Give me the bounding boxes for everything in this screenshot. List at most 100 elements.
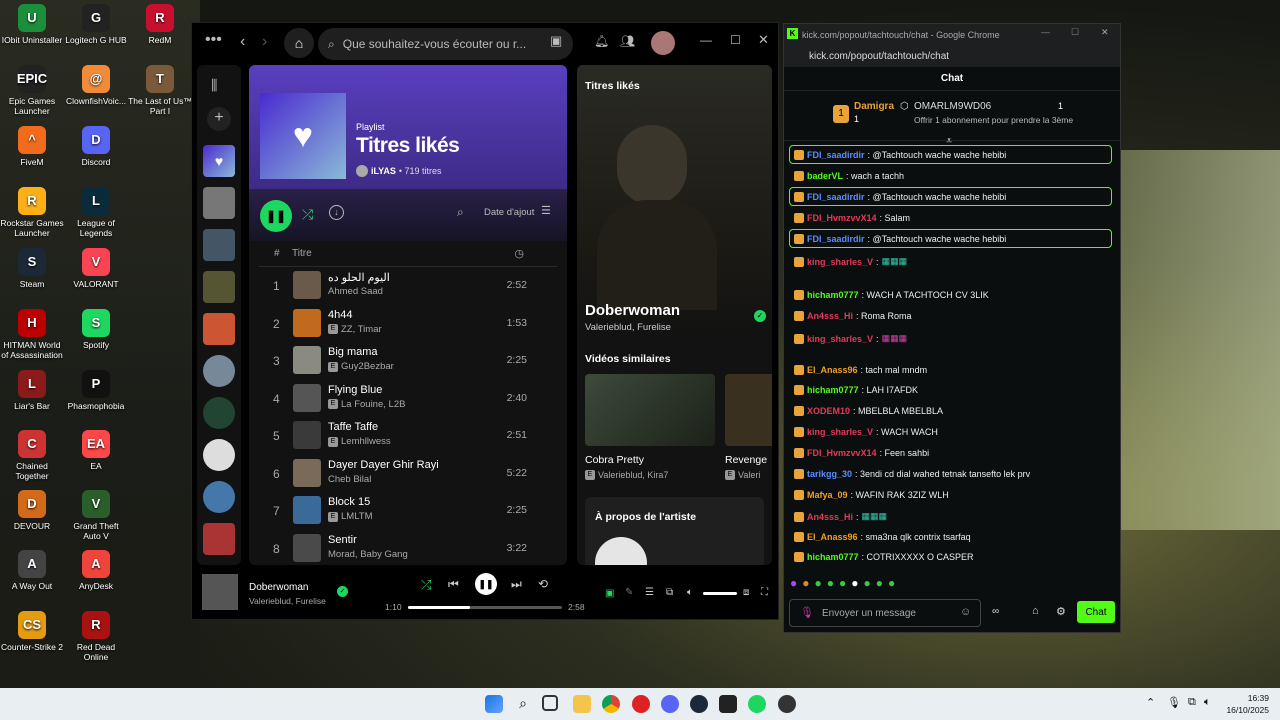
desktop-icon[interactable]: G Logitech G HUB xyxy=(64,4,128,45)
track-row[interactable]: 3 Big mama E Guy2Bezbar 2:25 xyxy=(249,342,567,380)
track-artist[interactable]: LMLTM xyxy=(341,511,373,522)
chat-username[interactable]: hicham0777 xyxy=(807,385,859,395)
chat-username[interactable]: El_Anass96 xyxy=(807,365,858,375)
emote-icon[interactable]: ● xyxy=(851,576,858,590)
app-icon[interactable] xyxy=(719,695,737,713)
track-artist[interactable]: Lemhllwess xyxy=(341,436,391,447)
address-bar[interactable]: kick.com/popout/tachtouch/chat xyxy=(784,45,1120,67)
points-icon[interactable]: ∞ xyxy=(992,606,999,617)
player-artists[interactable]: Valerieblud, Furelise xyxy=(249,596,326,606)
volume-icon[interactable]: 🔈︎ xyxy=(1204,696,1211,709)
lyrics-icon[interactable]: ✎ xyxy=(625,587,633,598)
maximize-icon[interactable]: ☐ xyxy=(1071,27,1079,38)
desktop-icon[interactable]: C Chained Together xyxy=(0,430,64,481)
track-title[interactable]: اليوم الحلو ده xyxy=(328,271,390,284)
video-artist[interactable]: Valerieblud, Kira7 xyxy=(598,470,668,480)
owner-name[interactable]: iLYAS xyxy=(371,166,396,176)
volume-slider[interactable] xyxy=(703,592,737,595)
desktop-icon[interactable]: A A Way Out xyxy=(0,550,64,591)
app-icon[interactable] xyxy=(632,695,650,713)
start-icon[interactable] xyxy=(485,695,503,713)
list-view-icon[interactable]: ☰ xyxy=(541,204,551,217)
player-title[interactable]: Doberwoman xyxy=(249,582,308,593)
track-artist[interactable]: Cheb Bilal xyxy=(328,474,371,485)
desktop-icon[interactable]: CS Counter-Strike 2 xyxy=(0,611,64,652)
desktop-icon[interactable]: A AnyDesk xyxy=(64,550,128,591)
track-row[interactable]: 8 Sentir Morad, Baby Gang 3:22 xyxy=(249,530,567,566)
track-artist[interactable]: Ahmed Saad xyxy=(328,286,383,297)
track-row[interactable]: 2 4h44 E ZZ, Timar 1:53 xyxy=(249,305,567,343)
store-icon[interactable]: ⌂ xyxy=(1032,605,1039,617)
top-gifter-name[interactable]: Damigra xyxy=(854,101,894,112)
discord-icon[interactable] xyxy=(661,695,679,713)
track-artist[interactable]: Guy2Bezbar xyxy=(341,361,394,372)
mini-player-icon[interactable]: ⧈ xyxy=(743,587,749,598)
desktop-icon[interactable]: H HITMAN World of Assassination xyxy=(0,309,64,360)
previous-icon[interactable]: ⏮︎ xyxy=(448,577,459,592)
now-playing-title[interactable]: Doberwoman xyxy=(585,302,680,319)
track-row[interactable]: 7 Block 15 E LMLTM 2:25 xyxy=(249,492,567,530)
emote-icon[interactable]: ● xyxy=(839,576,846,590)
chat-username[interactable]: El_Anass96 xyxy=(807,532,858,542)
repeat-icon[interactable]: ⟲ xyxy=(538,577,548,591)
avatar[interactable] xyxy=(651,31,675,55)
video-title[interactable]: Revenge xyxy=(725,454,767,466)
video-title[interactable]: Cobra Pretty xyxy=(585,454,644,466)
artist-thumb[interactable] xyxy=(203,481,235,513)
track-row[interactable]: 6 Dayer Dayer Ghir Rayi Cheb Bilal 5:22 xyxy=(249,455,567,493)
desktop-icon[interactable]: R RedM xyxy=(128,4,192,45)
video-artist[interactable]: Valeri xyxy=(738,470,760,480)
desktop-icon[interactable]: ^ FiveM xyxy=(0,126,64,167)
desktop-icon[interactable]: D Discord xyxy=(64,126,128,167)
liked-check-icon[interactable]: ✓ xyxy=(337,586,348,597)
emoji-icon[interactable]: ☺ xyxy=(960,606,971,618)
maximize-icon[interactable]: ☐ xyxy=(730,33,741,47)
browse-icon[interactable]: ▣ xyxy=(550,33,562,49)
minimize-icon[interactable]: — xyxy=(1041,27,1050,37)
track-artist[interactable]: La Fouine, L2B xyxy=(341,399,405,410)
gift-offer[interactable]: Offrir 1 abonnement pour prendre la 3ème xyxy=(914,115,1073,125)
emote-icon[interactable]: ● xyxy=(790,576,797,590)
play-pause-button[interactable]: ❚❚ xyxy=(260,200,292,232)
task-view-icon[interactable] xyxy=(542,695,558,711)
sort-button[interactable]: Date d'ajout xyxy=(484,207,534,218)
connect-device-icon[interactable]: ⧉ xyxy=(666,587,673,598)
track-title[interactable]: Block 15 xyxy=(328,496,370,508)
queue-icon[interactable]: ☰ xyxy=(645,587,654,598)
back-icon[interactable]: ‹ xyxy=(240,33,245,51)
desktop-icon[interactable]: V Grand Theft Auto V xyxy=(64,490,128,541)
bell-icon[interactable]: 🔔︎ xyxy=(594,34,609,48)
emote-icon[interactable]: ● xyxy=(876,576,883,590)
home-button[interactable]: ⌂ xyxy=(284,28,314,58)
volume-icon[interactable]: 🔈︎ xyxy=(687,587,693,598)
chat-username[interactable]: hicham0777 xyxy=(807,290,859,300)
spotify-icon[interactable] xyxy=(748,695,766,713)
desktop-icon[interactable]: L Liar's Bar xyxy=(0,370,64,411)
liked-songs-thumb[interactable]: ♥ xyxy=(203,145,235,177)
artist-thumb[interactable] xyxy=(203,397,235,429)
search-icon[interactable]: ⌕ xyxy=(514,695,532,713)
chat-username[interactable]: hicham0777 xyxy=(807,552,859,562)
library-thumb[interactable] xyxy=(203,271,235,303)
track-row[interactable]: 5 Taffe Taffe E Lemhllwess 2:51 xyxy=(249,417,567,455)
emote-icon[interactable]: ● xyxy=(815,576,822,590)
shuffle-icon[interactable]: ⤮ xyxy=(302,206,313,223)
chat-username[interactable]: tarikgg_30 xyxy=(807,469,852,479)
now-playing-artists[interactable]: Valerieblud, Furelise xyxy=(585,322,671,333)
library-thumb[interactable] xyxy=(203,187,235,219)
track-artist[interactable]: Morad, Baby Gang xyxy=(328,549,408,560)
steam-icon[interactable] xyxy=(690,695,708,713)
chat-username[interactable]: Mafya_09 xyxy=(807,490,848,500)
desktop-icon[interactable]: L League of Legends xyxy=(64,187,128,238)
track-title[interactable]: Sentir xyxy=(328,534,357,546)
track-title[interactable]: Taffe Taffe xyxy=(328,421,378,433)
chat-username[interactable]: king_sharles_V xyxy=(807,257,873,267)
close-icon[interactable]: ✕ xyxy=(758,32,769,48)
play-pause-button[interactable]: ❚❚ xyxy=(475,573,497,595)
chat-username[interactable]: FDI_saadirdir xyxy=(807,150,865,160)
add-icon[interactable]: + xyxy=(207,107,231,131)
message-input[interactable]: 🎙︎ Envoyer un message ☺ xyxy=(789,599,981,627)
desktop-icon[interactable]: S Spotify xyxy=(64,309,128,350)
desktop-icon[interactable]: P Phasmophobia xyxy=(64,370,128,411)
desktop-icon[interactable]: T The Last of Us™ Part I xyxy=(128,65,192,116)
